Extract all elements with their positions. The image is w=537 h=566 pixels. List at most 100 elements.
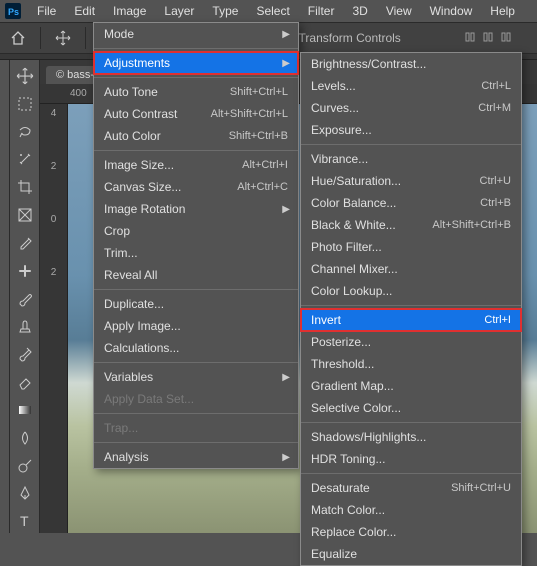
menu-3d[interactable]: 3D [343,0,376,22]
svg-text:Ps: Ps [8,7,19,17]
menu-view[interactable]: View [377,0,421,22]
dodge-tool-icon[interactable] [13,454,37,478]
menu-item-match-color[interactable]: Match Color... [301,499,521,521]
history-brush-tool-icon[interactable] [13,342,37,366]
menu-item-hue-saturation[interactable]: Hue/Saturation...Ctrl+U [301,170,521,192]
eraser-tool-icon[interactable] [13,370,37,394]
brush-tool-icon[interactable] [13,287,37,311]
gradient-tool-icon[interactable] [13,398,37,422]
menu-item-invert[interactable]: InvertCtrl+I [301,309,521,331]
menu-item-equalize[interactable]: Equalize [301,543,521,565]
shortcut: Shift+Ctrl+L [230,86,288,98]
submenu-arrow-icon: ▶ [282,58,290,69]
separator [85,27,86,49]
ruler-tick: 4 [51,108,57,119]
menu-window[interactable]: Window [421,0,482,22]
menu-item-mode[interactable]: Mode▶ [94,23,298,45]
menu-item-selective-color[interactable]: Selective Color... [301,397,521,419]
blur-tool-icon[interactable] [13,426,37,450]
menu-item-threshold[interactable]: Threshold... [301,353,521,375]
menubar: Ps File Edit Image Layer Type Select Fil… [0,0,537,22]
lasso-tool-icon[interactable] [13,120,37,144]
menu-edit[interactable]: Edit [65,0,104,22]
menu-item-duplicate[interactable]: Duplicate... [94,293,298,315]
menu-item-reveal-all[interactable]: Reveal All [94,264,298,286]
menu-item-channel-mixer[interactable]: Channel Mixer... [301,258,521,280]
submenu-arrow-icon: ▶ [282,452,290,463]
menu-item-vibrance[interactable]: Vibrance... [301,148,521,170]
shortcut: Alt+Ctrl+I [242,159,288,171]
menu-image[interactable]: Image [104,0,155,22]
menu-item-image-size[interactable]: Image Size...Alt+Ctrl+I [94,154,298,176]
ruler-tick: 2 [51,267,57,278]
submenu-arrow-icon: ▶ [282,29,290,40]
menu-item-photo-filter[interactable]: Photo Filter... [301,236,521,258]
menu-item-hdr-toning[interactable]: HDR Toning... [301,448,521,470]
tool-gutter [0,60,10,533]
clone-stamp-tool-icon[interactable] [13,314,37,338]
menu-item-posterize[interactable]: Posterize... [301,331,521,353]
align-icon[interactable] [501,30,517,46]
shortcut: Alt+Shift+Ctrl+B [432,219,511,231]
menu-item-auto-contrast[interactable]: Auto ContrastAlt+Shift+Ctrl+L [94,103,298,125]
menu-file[interactable]: File [28,0,65,22]
menu-item-analysis[interactable]: Analysis▶ [94,446,298,468]
ruler-tick: 400 [70,88,87,99]
menu-layer[interactable]: Layer [155,0,203,22]
separator [40,27,41,49]
menu-item-trim[interactable]: Trim... [94,242,298,264]
menu-item-black-white[interactable]: Black & White...Alt+Shift+Ctrl+B [301,214,521,236]
menu-item-brightness-contrast[interactable]: Brightness/Contrast... [301,53,521,75]
align-icon[interactable] [465,30,481,46]
menu-item-crop[interactable]: Crop [94,220,298,242]
shortcut: Shift+Ctrl+U [451,482,511,494]
type-tool-icon[interactable]: T [13,509,37,533]
menu-item-apply-image[interactable]: Apply Image... [94,315,298,337]
vertical-ruler: 4 2 0 2 [40,104,68,533]
menu-item-canvas-size[interactable]: Canvas Size...Alt+Ctrl+C [94,176,298,198]
menu-item-adjustments[interactable]: Adjustments▶ [94,52,298,74]
align-icons [465,30,517,46]
submenu-arrow-icon: ▶ [282,372,290,383]
shortcut: Ctrl+I [484,314,511,326]
move-tool-icon[interactable] [55,30,71,46]
menu-item-levels[interactable]: Levels...Ctrl+L [301,75,521,97]
menu-item-calculations[interactable]: Calculations... [94,337,298,359]
adjustments-submenu: Brightness/Contrast... Levels...Ctrl+L C… [300,52,522,566]
menu-help[interactable]: Help [481,0,524,22]
align-icon[interactable] [483,30,499,46]
image-menu: Mode▶ Adjustments▶ Auto ToneShift+Ctrl+L… [93,22,299,469]
healing-brush-tool-icon[interactable] [13,259,37,283]
menu-item-exposure[interactable]: Exposure... [301,119,521,141]
shortcut: Shift+Ctrl+B [229,130,288,142]
menu-item-auto-tone[interactable]: Auto ToneShift+Ctrl+L [94,81,298,103]
menu-type[interactable]: Type [203,0,247,22]
shortcut: Ctrl+M [478,102,511,114]
svg-text:T: T [20,513,29,529]
pen-tool-icon[interactable] [13,481,37,505]
ps-logo: Ps [4,2,22,20]
menu-item-curves[interactable]: Curves...Ctrl+M [301,97,521,119]
menu-item-auto-color[interactable]: Auto ColorShift+Ctrl+B [94,125,298,147]
menu-item-image-rotation[interactable]: Image Rotation▶ [94,198,298,220]
home-icon[interactable] [10,30,26,46]
shortcut: Ctrl+B [480,197,511,209]
menu-select[interactable]: Select [247,0,298,22]
menu-item-apply-data-set: Apply Data Set... [94,388,298,410]
menu-item-variables[interactable]: Variables▶ [94,366,298,388]
menu-item-shadows-highlights[interactable]: Shadows/Highlights... [301,426,521,448]
menu-item-gradient-map[interactable]: Gradient Map... [301,375,521,397]
menu-item-color-lookup[interactable]: Color Lookup... [301,280,521,302]
frame-tool-icon[interactable] [13,203,37,227]
menu-item-color-balance[interactable]: Color Balance...Ctrl+B [301,192,521,214]
marquee-tool-icon[interactable] [13,92,37,116]
magic-wand-tool-icon[interactable] [13,147,37,171]
menu-item-desaturate[interactable]: DesaturateShift+Ctrl+U [301,477,521,499]
menu-item-replace-color[interactable]: Replace Color... [301,521,521,543]
menu-filter[interactable]: Filter [299,0,344,22]
move-tool-icon[interactable] [13,64,37,88]
ruler-tick: 0 [51,214,57,225]
crop-tool-icon[interactable] [13,175,37,199]
shortcut: Alt+Shift+Ctrl+L [211,108,288,120]
eyedropper-tool-icon[interactable] [13,231,37,255]
